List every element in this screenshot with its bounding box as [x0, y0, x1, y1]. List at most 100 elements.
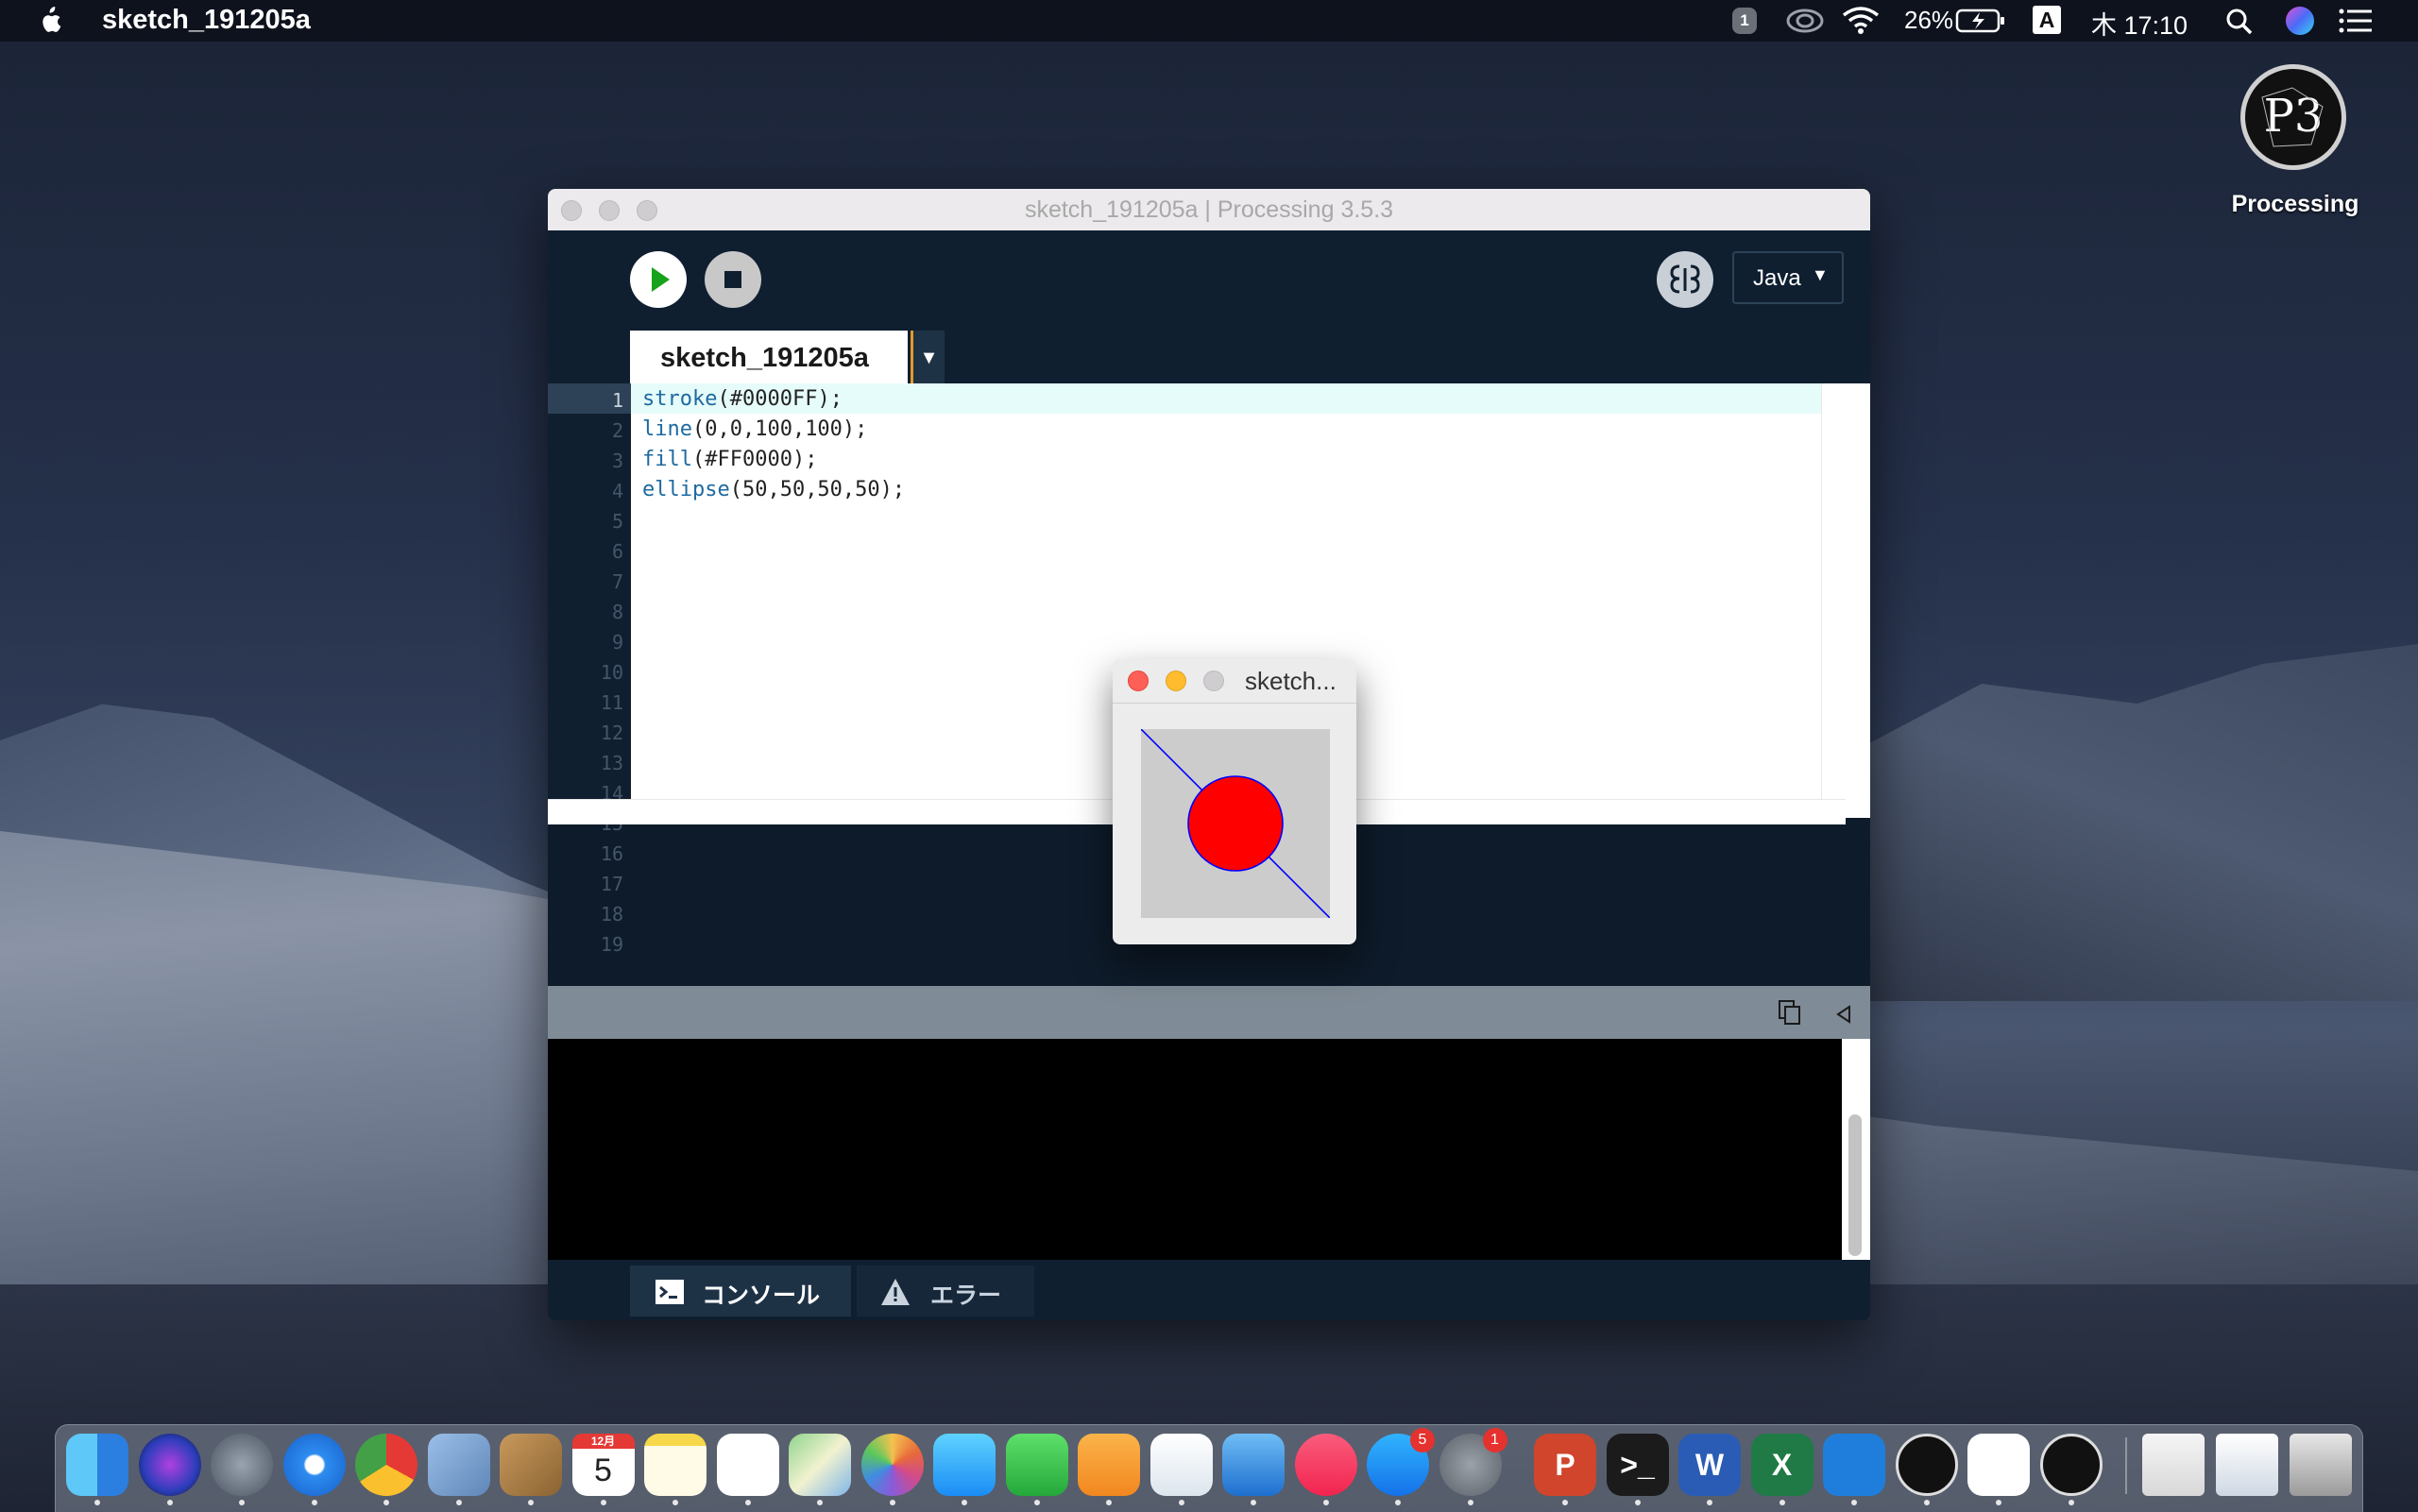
wifi-icon[interactable] — [1842, 6, 1880, 36]
dock-photos-icon[interactable] — [860, 1434, 924, 1496]
dock-preview-icon[interactable] — [427, 1434, 490, 1496]
dock-facetime-icon[interactable] — [1005, 1434, 1068, 1496]
calendar-day: 5 — [594, 1453, 612, 1488]
battery-percent: 26% — [1904, 6, 1954, 34]
dock-finder-icon[interactable] — [66, 1434, 128, 1496]
sketch-zoom-button[interactable] — [1203, 671, 1224, 691]
dock-running-indicator — [889, 1500, 895, 1505]
window-titlebar[interactable]: sketch_191205a | Processing 3.5.3 — [548, 189, 1870, 230]
code-line[interactable]: stroke(#0000FF); — [642, 387, 843, 411]
creative-cloud-icon[interactable] — [1785, 8, 1825, 34]
sketch-canvas[interactable] — [1141, 729, 1330, 918]
dock-music-icon[interactable] — [1294, 1434, 1357, 1496]
mode-label: Java — [1753, 265, 1801, 291]
window-title: sketch_191205a | Processing 3.5.3 — [1024, 196, 1394, 223]
dock-reminders-icon[interactable] — [716, 1434, 779, 1496]
processing-desktop-icon[interactable]: P3 — [2240, 64, 2346, 170]
dock-running-indicator — [1996, 1500, 2001, 1505]
line-number: 4 — [611, 480, 623, 502]
sketch-titlebar[interactable]: sketch... — [1113, 659, 1356, 704]
copy-icon[interactable] — [1778, 999, 1802, 1026]
warning-icon — [881, 1279, 910, 1305]
console-scroll-thumb[interactable] — [1848, 1114, 1862, 1256]
dock-processing-icon[interactable] — [1895, 1434, 1958, 1496]
tab-console-label: コンソール — [702, 1283, 821, 1309]
dock-running-indicator — [94, 1500, 100, 1505]
dock-notes-icon[interactable] — [644, 1434, 707, 1496]
dock-excel-icon[interactable]: X — [1750, 1434, 1814, 1496]
desktop-icon-label[interactable]: Processing — [2210, 191, 2380, 218]
line-number: 13 — [600, 752, 623, 774]
code-line[interactable]: ellipse(50,50,50,50); — [642, 478, 905, 501]
sketch-window-title: sketch... — [1245, 667, 1337, 695]
console-output[interactable] — [548, 1039, 1842, 1260]
code-line[interactable]: line(0,0,100,100); — [642, 417, 867, 441]
dock-box-icon[interactable] — [1823, 1434, 1885, 1496]
code-line[interactable]: fill(#FF0000); — [642, 448, 817, 471]
calendar-month: 12月 — [571, 1434, 635, 1449]
code-function: ellipse — [642, 478, 730, 501]
dock-icon-letter: W — [1694, 1448, 1725, 1482]
tab-menu-button[interactable]: ▼ — [911, 331, 945, 383]
dock-running-indicator — [455, 1500, 462, 1505]
dock-running-indicator — [1851, 1500, 1857, 1505]
line-number: 8 — [611, 601, 623, 623]
mode-selector[interactable]: Java ▼ — [1732, 251, 1844, 304]
editor-vertical-scrollbar[interactable] — [1821, 383, 1847, 818]
input-source-indicator[interactable]: A — [2033, 6, 2061, 34]
dock-siri-icon[interactable] — [138, 1434, 201, 1496]
tab-errors[interactable]: エラー — [857, 1266, 1034, 1317]
sketch-minimize-button[interactable] — [1166, 671, 1186, 691]
play-icon — [652, 267, 670, 292]
menu-clock[interactable]: 木 17:10 — [2091, 5, 2188, 42]
sketch-output-window[interactable]: sketch... — [1113, 659, 1356, 944]
code-arguments: (0,0,100,100); — [691, 417, 868, 441]
dock-running-indicator — [1106, 1500, 1112, 1505]
run-button[interactable] — [630, 251, 687, 308]
tab-console[interactable]: コンソール — [630, 1266, 851, 1317]
dock-terminal-icon[interactable]: >_ — [1606, 1434, 1669, 1496]
dock-powerpoint-icon[interactable]: P — [1534, 1434, 1596, 1496]
dock-minimized-window-1[interactable] — [2142, 1434, 2205, 1496]
menu-bar: sketch_191205a 1 26% A 木 17:10 — [0, 0, 2418, 42]
debug-button[interactable] — [1657, 251, 1713, 308]
dock-running-indicator — [600, 1500, 606, 1505]
dock-chrome-icon[interactable] — [355, 1434, 417, 1496]
dock-badge: 5 — [1410, 1428, 1435, 1453]
dock-contacts-icon[interactable] — [500, 1434, 562, 1496]
dock-calendar-icon[interactable]: 12月 5 — [571, 1434, 635, 1496]
line-number: 1 — [611, 389, 623, 412]
dock-running-indicator — [1779, 1500, 1785, 1505]
collapse-console-icon[interactable] — [1834, 1005, 1853, 1024]
sketch-close-button[interactable] — [1128, 671, 1149, 691]
dock-icon-letter: P — [1555, 1448, 1575, 1482]
dock-word-icon[interactable]: W — [1678, 1434, 1741, 1496]
notification-center-icon[interactable] — [2339, 8, 2373, 33]
sketch-tab[interactable]: sketch_191205a — [630, 331, 908, 383]
active-app-name[interactable]: sketch_191205a — [102, 5, 311, 36]
dock-running-indicator — [1467, 1500, 1473, 1505]
siri-menu-icon[interactable] — [2286, 7, 2314, 35]
dock-safari-icon[interactable] — [282, 1434, 346, 1496]
dock-messages-icon[interactable] — [933, 1434, 996, 1496]
line-number: 6 — [611, 540, 623, 563]
dock-running-indicator — [166, 1500, 173, 1505]
dock-running-indicator — [1923, 1500, 1930, 1505]
stop-button[interactable] — [705, 251, 761, 308]
code-function: stroke — [642, 387, 718, 411]
dock-maps-icon[interactable] — [789, 1434, 851, 1496]
dock-keynote-icon[interactable] — [1222, 1434, 1285, 1496]
dock-pages-icon[interactable] — [1078, 1434, 1140, 1496]
dock-numbers-icon[interactable] — [1149, 1434, 1213, 1496]
chevron-down-icon: ▼ — [919, 348, 939, 368]
dock-trash-icon[interactable] — [2290, 1434, 2352, 1496]
apple-menu-icon[interactable] — [36, 6, 62, 36]
dock-sketch-runner-icon[interactable] — [2039, 1434, 2103, 1496]
dock-slack-icon[interactable] — [1967, 1434, 2030, 1496]
spotlight-search-icon[interactable] — [2225, 8, 2254, 36]
battery-icon[interactable] — [1955, 8, 2008, 34]
notification-badge[interactable]: 1 — [1732, 0, 1757, 42]
dock-launchpad-icon[interactable] — [211, 1434, 273, 1496]
butterfly-icon — [1670, 264, 1700, 294]
dock-minimized-window-2[interactable] — [2216, 1434, 2278, 1496]
